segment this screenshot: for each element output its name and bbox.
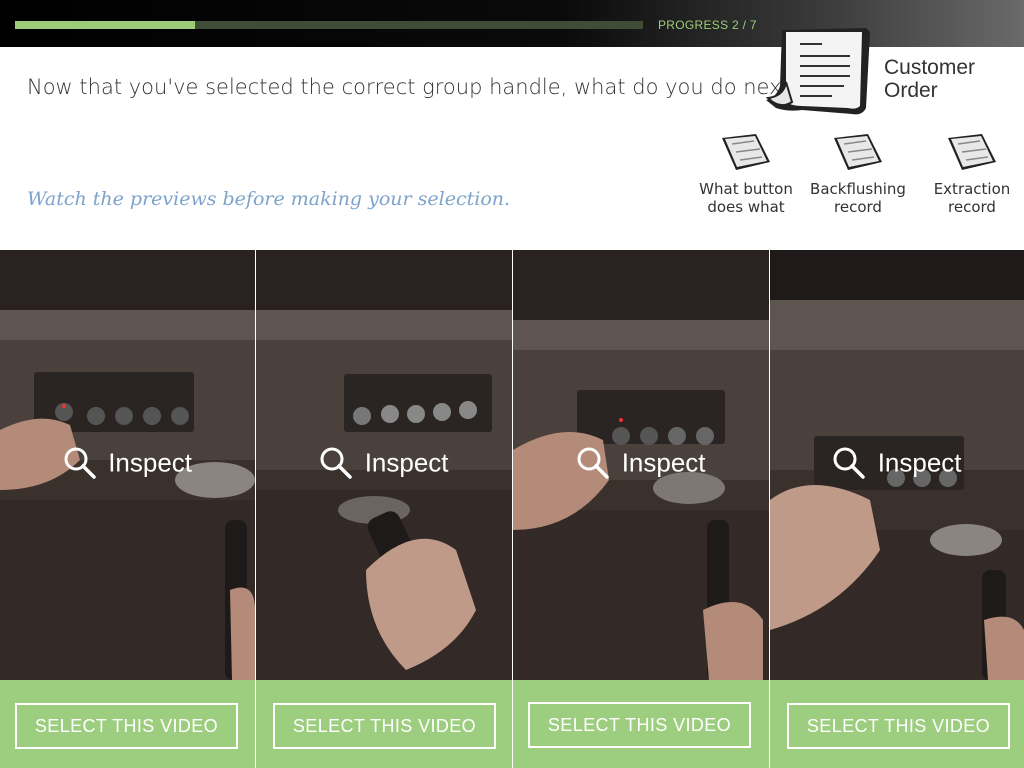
receipt-icon [765, 28, 870, 115]
select-video-1-button[interactable]: SELECT THIS VIDEO [15, 703, 238, 749]
doc-label: What button does what [699, 180, 793, 216]
customer-order-label-line1: Customer [884, 56, 976, 79]
column-divider [255, 250, 256, 768]
video-preview-4[interactable]: Inspect [770, 250, 1024, 680]
doc-what-button-does-what[interactable]: What button does what [696, 130, 796, 216]
customer-order-label-line2: Order [884, 79, 938, 102]
customer-order-label: Customer Order [884, 56, 1004, 102]
select-video-4-button[interactable]: SELECT THIS VIDEO [787, 703, 1010, 749]
doc-backflushing-record[interactable]: Backflushing record [808, 130, 908, 216]
select-video-2-button[interactable]: SELECT THIS VIDEO [273, 703, 496, 749]
inspect-button[interactable]: Inspect [770, 446, 1024, 480]
column-divider [769, 250, 770, 768]
document-icon [722, 134, 770, 170]
video-preview-1[interactable]: Inspect [0, 250, 255, 680]
document-icon [834, 134, 882, 170]
customer-order-button[interactable]: Customer Order [762, 26, 1012, 118]
select-video-3-button[interactable]: SELECT THIS VIDEO [528, 702, 751, 748]
magnifier-icon [833, 447, 866, 479]
inspect-button[interactable]: Inspect [0, 446, 255, 480]
inspect-label: Inspect [621, 447, 706, 478]
column-divider [512, 250, 513, 768]
inspect-label: Inspect [108, 447, 193, 478]
progress-label: PROGRESS 2 / 7 [658, 18, 757, 32]
inspect-button[interactable]: Inspect [256, 446, 512, 480]
inspect-label: Inspect [364, 447, 449, 478]
document-icon [948, 134, 996, 170]
magnifier-icon [64, 447, 96, 479]
doc-extraction-record[interactable]: Extraction record [922, 130, 1022, 216]
video-preview-2[interactable]: Inspect [256, 250, 512, 680]
video-preview-3[interactable]: Inspect [513, 250, 769, 680]
magnifier-icon [320, 447, 353, 479]
inspect-label: Inspect [877, 447, 962, 478]
magnifier-icon [577, 447, 610, 479]
progress-bar [15, 21, 643, 29]
inspect-button[interactable]: Inspect [513, 446, 769, 480]
doc-label: Extraction record [933, 180, 1011, 216]
question-text: Now that you've selected the correct gro… [27, 75, 801, 99]
progress-bar-fill [15, 21, 195, 29]
hint-text: Watch the previews before making your se… [27, 188, 511, 210]
doc-label: Backflushing record [810, 180, 906, 216]
